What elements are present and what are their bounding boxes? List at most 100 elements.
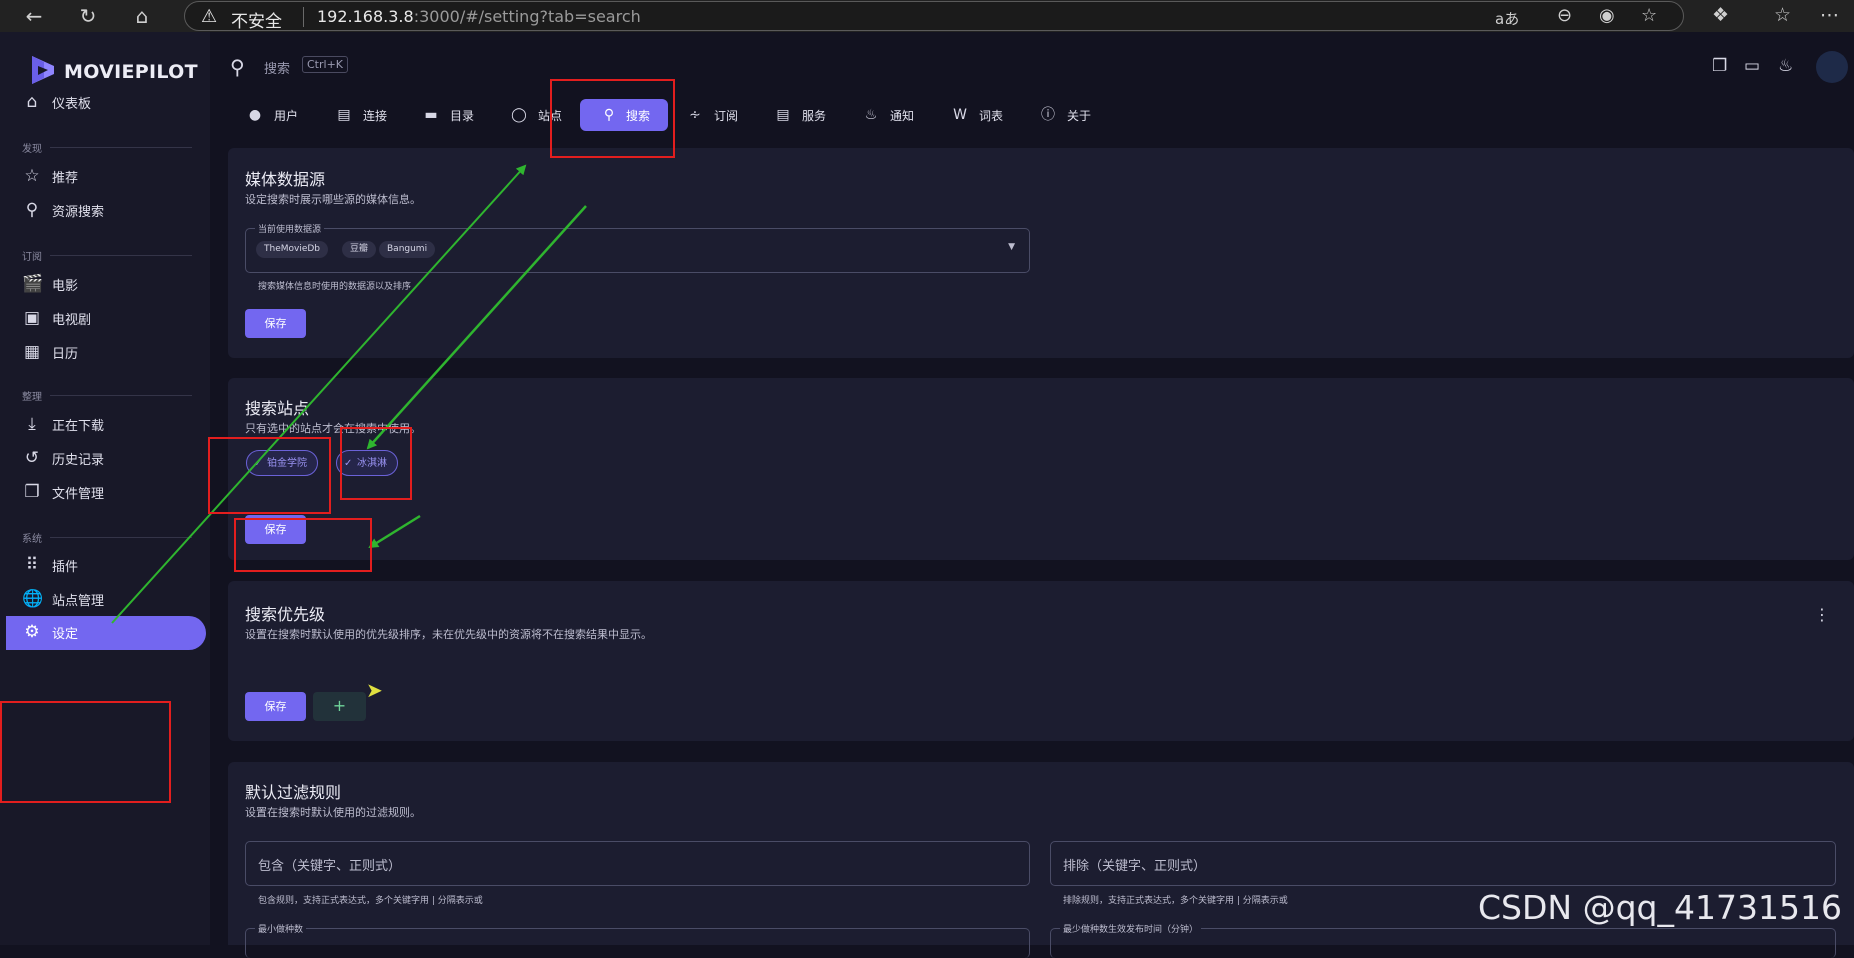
zoom-out-icon[interactable]: ⊖ [1557, 5, 1572, 26]
search-priority-card: 搜索优先级 设置在搜索时默认使用的优先级排序，未在优先级中的资源将不在搜索结果中… [228, 581, 1854, 741]
field-placeholder: 排除（关键字、正则式） [1063, 859, 1207, 874]
favorite-star-icon[interactable]: ☆ [1641, 5, 1657, 26]
insecure-label[interactable]: 不安全 [231, 7, 282, 32]
sidebar-item-resource-search[interactable]: ⚲ 资源搜索 [0, 194, 200, 226]
bell-icon[interactable]: ♨ [1778, 56, 1793, 76]
sidebar-item-file-manager[interactable]: ❐ 文件管理 [0, 476, 200, 508]
sidebar-item-settings[interactable]: ⚙ 设定 [6, 616, 206, 650]
section-label: 整理 [22, 392, 42, 403]
card-subtitle: 只有选中的站点才会在搜索中使用。 [245, 422, 421, 435]
more-icon[interactable]: ⋯ [1820, 4, 1839, 26]
chip-themoviedb[interactable]: TheMovieDb [256, 241, 329, 258]
tab-subscribe[interactable]: ∻ 订阅 [686, 99, 746, 131]
field-placeholder: 包含（关键字、正则式） [258, 859, 402, 874]
watermark: CSDN @qq_41731516 [1478, 888, 1842, 927]
chevron-down-icon[interactable]: ▼ [1008, 242, 1015, 252]
sidebar-item-site-manager[interactable]: 🌐 站点管理 [0, 583, 200, 615]
extensions-icon[interactable]: ❖ [1712, 4, 1729, 26]
favorites-icon[interactable]: ☆ [1774, 4, 1791, 26]
address-bar[interactable]: ⚠ 不安全 192.168.3.8:3000/#/setting?tab=sea… [184, 1, 1684, 32]
tab-service[interactable]: ▤ 服务 [774, 99, 834, 131]
site-chip-platinum-academy[interactable]: ✓ 铂金学院 [246, 450, 318, 476]
sidebar-item-history[interactable]: ↺ 历史记录 [0, 442, 200, 474]
tab-directory[interactable]: ▬ 目录 [422, 99, 482, 131]
refresh-icon[interactable]: ↻ [76, 4, 100, 28]
sidebar-item-label: 设定 [52, 627, 79, 642]
search-icon[interactable]: ⚲ [230, 55, 245, 79]
globe-icon: ◯ [511, 107, 527, 123]
movie-clapper-icon: 🎬 [22, 274, 44, 294]
section-system: 系统 [22, 530, 192, 545]
media-source-select[interactable]: 当前使用数据源 TheMovieDb 豆瓣 Bangumi ▼ [245, 222, 1030, 273]
url-text[interactable]: 192.168.3.8:3000/#/setting?tab=search [317, 7, 641, 26]
section-label: 订阅 [22, 252, 42, 263]
search-input[interactable]: 搜索 [264, 58, 290, 77]
home-icon[interactable]: ⌂ [130, 4, 154, 28]
sidebar-item-plugins[interactable]: ⠿ 插件 [0, 549, 200, 581]
sidebar-item-recommend[interactable]: ☆ 推荐 [0, 160, 200, 192]
sidebar-item-label: 日历 [52, 347, 79, 362]
sidebar-item-tv[interactable]: ▣ 电视剧 [0, 302, 200, 334]
tab-about[interactable]: ⓘ 关于 [1039, 99, 1099, 131]
card-subtitle: 设置在搜索时默认使用的优先级排序，未在优先级中的资源将不在搜索结果中显示。 [245, 628, 652, 641]
tab-search[interactable]: ⚲ 搜索 [580, 99, 668, 131]
laptop-icon[interactable]: ▭ [1744, 56, 1760, 76]
section-divider [50, 147, 192, 148]
tab-sites[interactable]: ◯ 站点 [510, 99, 570, 131]
mouse-cursor-icon: ➤ [366, 678, 383, 702]
sidebar-item-downloading[interactable]: ⤓ 正在下载 [0, 408, 200, 440]
site-chip-label: 铂金学院 [267, 458, 307, 469]
tab-label: 搜索 [626, 109, 651, 123]
save-button[interactable]: 保存 [245, 692, 306, 721]
url-host: 192.168.3.8 [317, 7, 414, 26]
site-chip-ice-cream[interactable]: ✓ 冰淇淋 [336, 450, 398, 476]
tab-user[interactable]: ● 用户 [246, 99, 306, 131]
sidebar-item-calendar[interactable]: ▦ 日历 [0, 336, 200, 368]
tab-connection[interactable]: ▤ 连接 [335, 99, 395, 131]
field-label: 当前使用数据源 [255, 222, 325, 235]
card-title: 媒体数据源 [245, 170, 326, 189]
tab-label: 用户 [274, 109, 299, 123]
list-icon: ▤ [776, 107, 790, 123]
tab-label: 词表 [979, 109, 1004, 123]
sidebar-item-label: 仪表板 [52, 97, 92, 112]
apps-grid-icon: ⠿ [25, 555, 39, 575]
url-path: :3000/#/setting?tab=search [413, 7, 641, 26]
media-source-card: 媒体数据源 设定搜索时展示哪些源的媒体信息。 当前使用数据源 TheMovieD… [228, 148, 1854, 358]
server-icon: ▤ [337, 107, 351, 123]
sidebar-item-movies[interactable]: 🎬 电影 [0, 268, 200, 300]
section-divider [50, 395, 192, 396]
chip-bangumi[interactable]: Bangumi [379, 241, 436, 258]
section-label: 发现 [22, 144, 42, 155]
section-label: 系统 [22, 534, 42, 545]
tab-label: 连接 [363, 109, 388, 123]
back-arrow-icon[interactable]: ← [22, 4, 46, 28]
save-button[interactable]: 保存 [245, 515, 306, 544]
star-icon: ☆ [24, 166, 40, 186]
tv-icon: ▣ [23, 308, 41, 328]
copy-icon[interactable]: ❐ [1712, 56, 1727, 76]
calendar-icon: ▦ [23, 342, 41, 362]
chip-douban[interactable]: 豆瓣 [342, 241, 377, 258]
save-button[interactable]: 保存 [245, 309, 306, 338]
more-vertical-icon[interactable]: ⋮ [1814, 605, 1830, 624]
search-icon: ⚲ [603, 107, 615, 123]
min-seeders-time-input[interactable]: 最少做种数生效发布时间（分钟） [1050, 922, 1836, 958]
include-rule-input[interactable]: 包含（关键字、正则式） [245, 841, 1030, 886]
add-priority-button[interactable]: + [313, 692, 366, 721]
min-seeders-input[interactable]: 最小做种数 [245, 922, 1030, 958]
tab-words[interactable]: W 词表 [951, 99, 1011, 131]
tab-label: 通知 [890, 109, 915, 123]
read-aloud-icon[interactable]: aあ [1495, 8, 1519, 29]
sidebar-item-dashboard[interactable]: ⌂ 仪表板 [0, 86, 200, 118]
card-title: 搜索站点 [245, 399, 310, 418]
exclude-rule-input[interactable]: 排除（关键字、正则式） [1050, 841, 1836, 886]
tab-notify[interactable]: ♨ 通知 [862, 99, 922, 131]
home-icon: ⌂ [26, 92, 38, 112]
avatar[interactable] [1816, 51, 1848, 83]
address-divider [303, 7, 304, 27]
warning-icon[interactable]: ⚠ [201, 6, 217, 27]
edge-icon[interactable]: ◉ [1599, 5, 1615, 26]
info-icon: ⓘ [1041, 107, 1055, 123]
field-label: 最少做种数生效发布时间（分钟） [1060, 922, 1202, 935]
